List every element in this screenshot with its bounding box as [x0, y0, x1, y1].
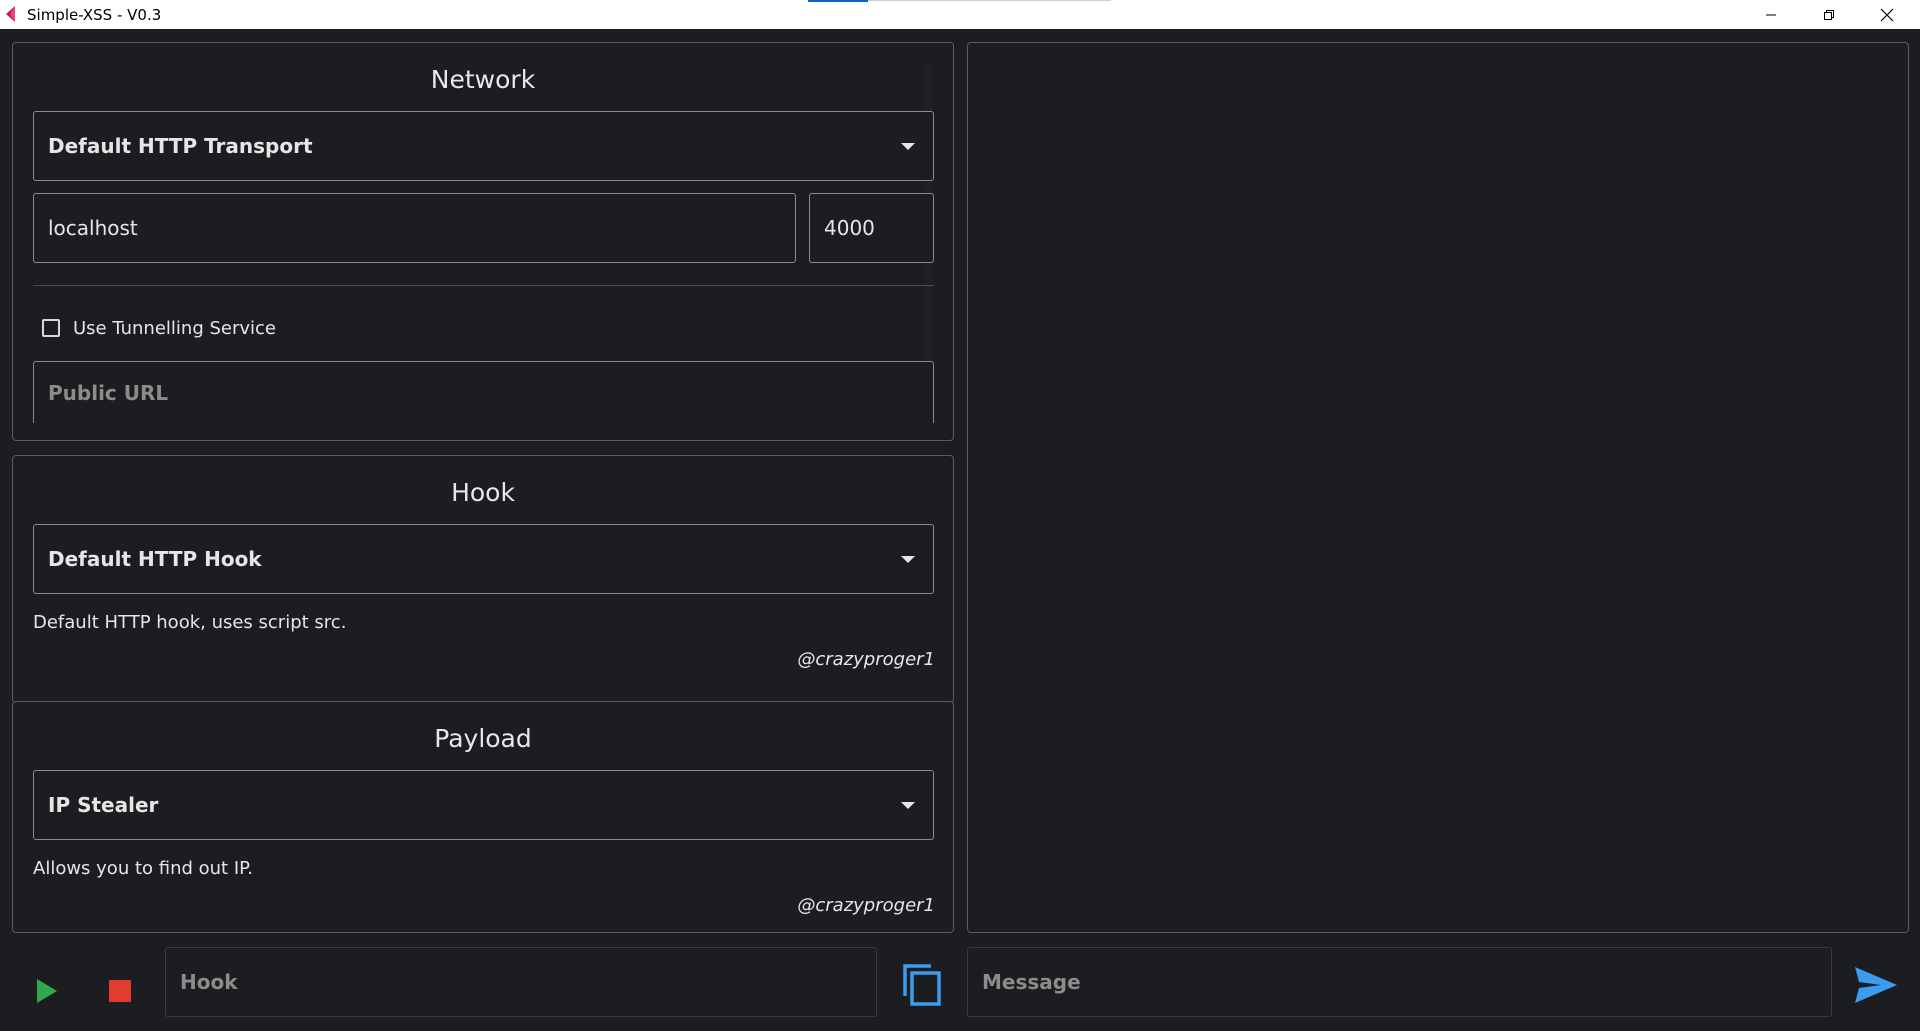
payload-select-value: IP Stealer [48, 793, 159, 817]
hook-select[interactable]: Default HTTP Hook [33, 524, 934, 594]
hook-description: Default HTTP hook, uses script src. [33, 612, 347, 633]
payload-description: Allows you to find out IP. [33, 858, 253, 879]
window-title: Simple-XSS - V0.3 [27, 6, 162, 24]
message-input-placeholder: Message [982, 970, 1081, 994]
tunnel-checkbox[interactable] [42, 319, 60, 337]
app-icon [6, 6, 15, 22]
port-input[interactable]: 4000 [809, 193, 934, 263]
copy-button[interactable] [896, 959, 948, 1011]
app-body: Network Default HTTP Transport localhost… [0, 29, 1920, 1031]
play-icon [37, 979, 57, 1003]
hook-output-placeholder: Hook [180, 970, 238, 994]
payload-panel: Payload IP Stealer Allows you to find ou… [12, 701, 954, 933]
send-button[interactable] [1850, 959, 1902, 1011]
network-divider [33, 285, 934, 286]
restore-button[interactable] [1800, 0, 1858, 29]
minimize-icon [1766, 14, 1776, 15]
chevron-down-icon [901, 556, 915, 563]
minimize-button[interactable] [1742, 0, 1800, 29]
close-button[interactable] [1858, 0, 1916, 29]
public-url-input[interactable]: Public URL [33, 361, 934, 423]
transport-select[interactable]: Default HTTP Transport [33, 111, 934, 181]
payload-select[interactable]: IP Stealer [33, 770, 934, 840]
hook-title: Hook [451, 478, 515, 507]
stop-icon [109, 980, 131, 1002]
title-bar: Simple-XSS - V0.3 [0, 0, 1920, 29]
restore-icon [1824, 9, 1834, 20]
title-divider-line [868, 0, 1111, 1]
title-accent-line [808, 0, 868, 2]
payload-title: Payload [434, 724, 532, 753]
tunnel-checkbox-label: Use Tunnelling Service [73, 318, 276, 339]
host-input-value: localhost [48, 216, 138, 240]
network-panel: Network Default HTTP Transport localhost… [12, 42, 954, 441]
chevron-down-icon [901, 143, 915, 150]
host-input[interactable]: localhost [33, 193, 796, 263]
network-title: Network [430, 65, 536, 94]
payload-author: @crazyproger1 [797, 895, 935, 916]
chevron-down-icon [901, 802, 915, 809]
port-input-value: 4000 [824, 216, 875, 240]
message-input[interactable]: Message [967, 947, 1832, 1017]
copy-icon [903, 964, 941, 1006]
public-url-placeholder: Public URL [48, 380, 169, 405]
hook-panel: Hook Default HTTP Hook Default HTTP hook… [12, 455, 954, 703]
start-button[interactable] [22, 966, 72, 1016]
output-panel [967, 42, 1909, 933]
hook-select-value: Default HTTP Hook [48, 547, 262, 571]
hook-author: @crazyproger1 [797, 649, 935, 670]
stop-button[interactable] [95, 966, 145, 1016]
transport-select-value: Default HTTP Transport [48, 134, 313, 158]
hook-output-field[interactable]: Hook [165, 947, 877, 1017]
close-icon [1880, 8, 1894, 21]
send-icon [1855, 967, 1897, 1003]
